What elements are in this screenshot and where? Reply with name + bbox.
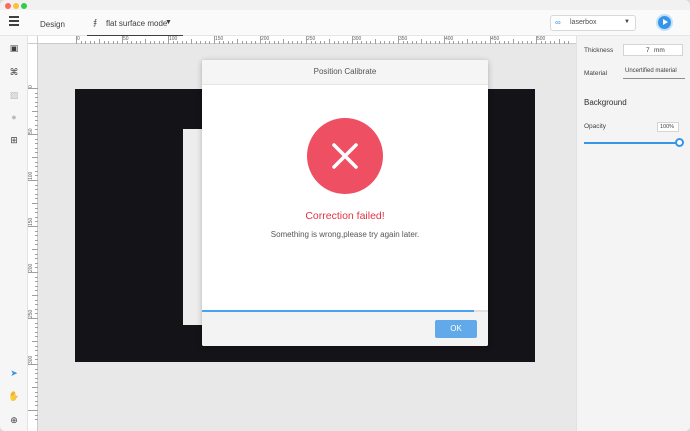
error-badge xyxy=(307,118,383,194)
dialog-title: Position Calibrate xyxy=(313,67,377,76)
dialog-header: Position Calibrate xyxy=(202,60,488,85)
close-icon xyxy=(332,143,358,169)
ok-button[interactable]: OK xyxy=(435,320,477,338)
error-message: Something is wrong,please try again late… xyxy=(270,230,420,239)
position-calibrate-dialog: Position Calibrate Correction failed! So… xyxy=(202,60,488,346)
app-window: Design ⨎ flat surface mode ▼ ∞ laserbox … xyxy=(0,0,690,431)
dialog-footer: OK xyxy=(202,312,488,346)
error-title: Correction failed! xyxy=(305,210,385,222)
